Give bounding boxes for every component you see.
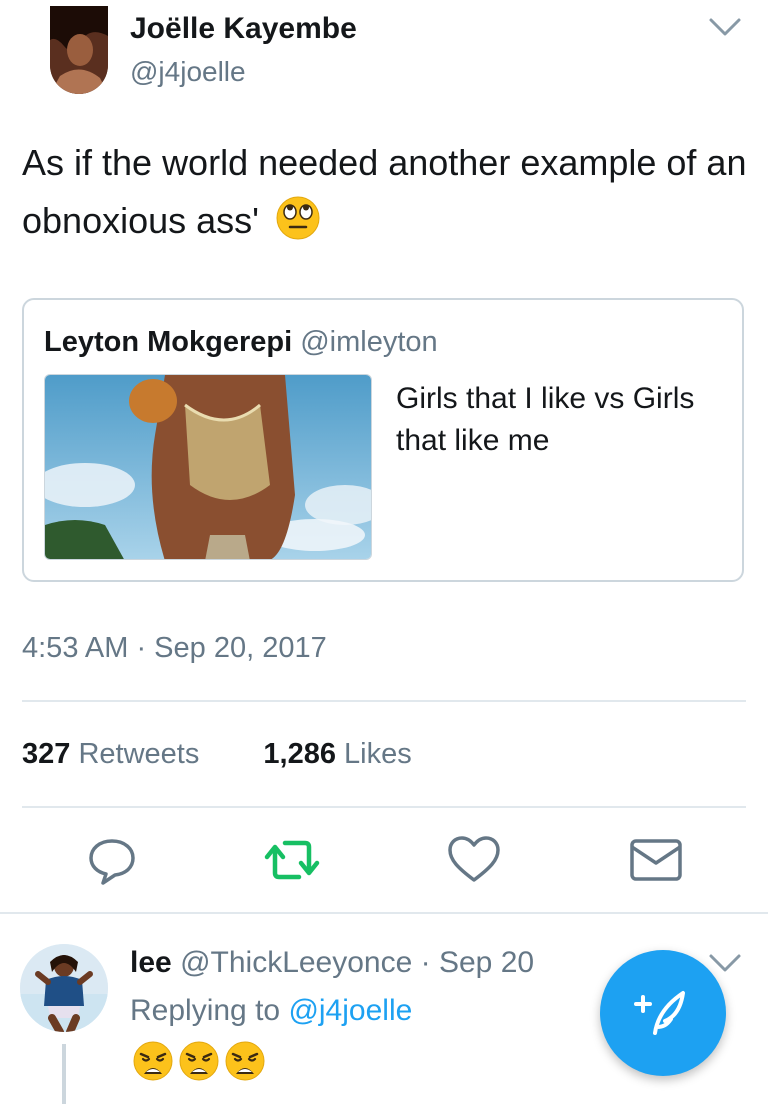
weary-face-emoji: [133, 1041, 173, 1081]
likes-label: Likes: [344, 738, 412, 770]
engagement-stats: 327 Retweets 1,286 Likes: [22, 738, 412, 771]
quoted-tweet-image[interactable]: [44, 374, 372, 560]
author-avatar[interactable]: [50, 6, 108, 94]
author-handle[interactable]: @j4joelle: [130, 56, 246, 88]
direct-message-button[interactable]: [626, 830, 686, 890]
tweet-text: As if the world needed another example o…: [22, 134, 752, 250]
tweet-timestamp[interactable]: 4:53 AM · Sep 20, 2017: [22, 632, 327, 665]
likes-count: 1,286: [263, 738, 336, 770]
replying-to-line: Replying to @j4joelle: [130, 994, 412, 1028]
divider: [22, 806, 746, 808]
retweet-icon: [264, 840, 320, 880]
reply-separator: ·: [412, 946, 439, 979]
chevron-down-icon[interactable]: [708, 950, 742, 976]
envelope-icon: [630, 839, 682, 881]
divider: [22, 700, 746, 702]
weary-face-emoji: [225, 1041, 265, 1081]
quoted-tweet-author[interactable]: Leyton Mokgerepi @imleyton: [44, 326, 438, 359]
likes-stat[interactable]: 1,286 Likes: [263, 738, 411, 771]
weary-face-emoji: [179, 1041, 219, 1081]
reply-icon: [89, 839, 135, 885]
face-with-rolling-eyes-emoji: [276, 196, 320, 240]
thread-line: [62, 1044, 66, 1104]
quoted-tweet-text: Girls that I like vs Girls that like me: [396, 382, 695, 457]
quoted-author-name: Leyton Mokgerepi: [44, 326, 293, 358]
compose-tweet-icon: [634, 991, 685, 1035]
reply-header[interactable]: lee @ThickLeeyonce · Sep 20: [130, 946, 534, 980]
chevron-down-icon[interactable]: [708, 14, 742, 40]
replying-to-label: Replying to: [130, 994, 289, 1027]
reply-author-handle: @ThickLeeyonce: [180, 946, 413, 979]
retweets-count: 327: [22, 738, 71, 770]
heart-icon: [448, 836, 500, 882]
compose-tweet-button[interactable]: [600, 950, 726, 1076]
reply-author-avatar[interactable]: [20, 944, 108, 1032]
retweets-label: Retweets: [78, 738, 200, 770]
reply-text: [132, 1040, 266, 1082]
retweets-stat[interactable]: 327 Retweets: [22, 738, 199, 771]
reply-author-name: lee: [130, 946, 172, 979]
tweet-text-content: As if the world needed another example o…: [22, 142, 747, 241]
author-name[interactable]: Joëlle Kayembe: [130, 12, 357, 46]
replying-to-handle[interactable]: @j4joelle: [288, 994, 412, 1027]
divider: [0, 912, 768, 914]
quoted-author-handle: @imleyton: [300, 326, 438, 358]
reply-date: Sep 20: [438, 946, 535, 979]
reply-button[interactable]: [82, 830, 142, 890]
like-button[interactable]: [444, 830, 504, 890]
retweet-button[interactable]: [262, 830, 322, 890]
